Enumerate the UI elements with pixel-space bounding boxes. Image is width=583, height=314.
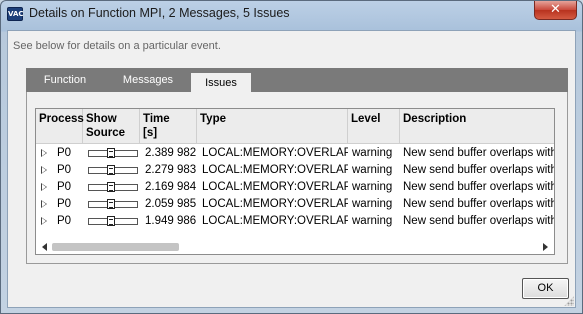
document-icon xyxy=(107,165,115,175)
cell-level: warning xyxy=(352,215,393,227)
issues-panel: Process Show Source Time [s] Type Level … xyxy=(26,92,568,264)
document-icon xyxy=(107,216,115,226)
cell-level: warning xyxy=(352,181,393,193)
horizontal-scrollbar[interactable] xyxy=(36,239,554,254)
table-row[interactable]: P0 2.059 985 LOCAL:MEMORY:OVERLAP warning Ne… xyxy=(36,196,555,213)
cell-description: New send buffer overlaps with xyxy=(403,198,555,210)
cell-description: New send buffer overlaps with xyxy=(403,215,555,227)
cell-process: P0 xyxy=(57,215,72,227)
cell-description: New send buffer overlaps with xyxy=(403,164,555,176)
tab-bar: Function Messages Issues xyxy=(26,68,568,96)
expand-triangle-icon[interactable] xyxy=(41,183,47,191)
show-source-button[interactable] xyxy=(88,182,138,192)
close-button[interactable]: ✕ xyxy=(534,1,577,20)
cell-type: LOCAL:MEMORY:OVERLAP xyxy=(202,198,348,210)
cell-level: warning xyxy=(352,164,393,176)
cell-type: LOCAL:MEMORY:OVERLAP xyxy=(202,164,348,176)
hint-text: See below for details on a particular ev… xyxy=(13,40,221,52)
column-header-description[interactable]: Description xyxy=(400,109,554,144)
cell-time: 1.949 986 xyxy=(145,215,197,227)
cell-process: P0 xyxy=(57,181,72,193)
table-row[interactable]: P0 2.279 983 LOCAL:MEMORY:OVERLAP warning Ne… xyxy=(36,162,555,179)
table-row[interactable]: P0 1.949 986 LOCAL:MEMORY:OVERLAP warning Ne… xyxy=(36,213,555,230)
expand-triangle-icon[interactable] xyxy=(41,217,47,225)
cell-description: New send buffer overlaps with xyxy=(403,181,555,193)
cell-level: warning xyxy=(352,147,393,159)
column-header-process[interactable]: Process xyxy=(36,109,84,144)
column-header-time[interactable]: Time [s] xyxy=(140,109,197,144)
scroll-left-arrow-icon[interactable] xyxy=(42,243,47,251)
ok-button[interactable]: OK xyxy=(522,278,569,299)
app-icon: VAC xyxy=(7,7,24,21)
table-header: Process Show Source Time [s] Type Level … xyxy=(36,109,554,144)
expand-triangle-icon[interactable] xyxy=(41,149,47,157)
expand-triangle-icon[interactable] xyxy=(41,166,47,174)
document-icon xyxy=(107,182,115,192)
cell-time: 2.389 982 xyxy=(145,147,197,159)
cell-type: LOCAL:MEMORY:OVERLAP xyxy=(202,215,348,227)
scroll-right-arrow-icon[interactable] xyxy=(543,243,548,251)
show-source-button[interactable] xyxy=(88,216,138,226)
cell-process: P0 xyxy=(57,164,72,176)
cell-level: warning xyxy=(352,198,393,210)
show-source-button[interactable] xyxy=(88,148,138,158)
cell-time: 2.279 983 xyxy=(145,164,197,176)
document-icon xyxy=(107,148,115,158)
cell-time: 2.059 985 xyxy=(145,198,197,210)
cell-description: New send buffer overlaps with xyxy=(403,147,555,159)
column-header-level[interactable]: Level xyxy=(348,109,400,144)
column-header-type[interactable]: Type xyxy=(197,109,348,144)
table-row[interactable]: P0 2.169 984 LOCAL:MEMORY:OVERLAP warning Ne… xyxy=(36,179,555,196)
window-title: Details on Function MPI, 2 Messages, 5 I… xyxy=(29,6,290,20)
column-header-show-source[interactable]: Show Source xyxy=(83,109,140,144)
table-row[interactable]: P0 2.389 982 LOCAL:MEMORY:OVERLAP warning Ne… xyxy=(36,145,555,162)
title-bar[interactable]: VAC Details on Function MPI, 2 Messages,… xyxy=(1,1,582,27)
issues-table: Process Show Source Time [s] Type Level … xyxy=(35,108,555,255)
scrollbar-thumb[interactable] xyxy=(52,243,179,251)
tab-function[interactable]: Function xyxy=(32,68,98,92)
dialog-window: VAC Details on Function MPI, 2 Messages,… xyxy=(0,0,583,314)
expand-triangle-icon[interactable] xyxy=(41,200,47,208)
cell-process: P0 xyxy=(57,198,72,210)
cell-type: LOCAL:MEMORY:OVERLAP xyxy=(202,147,348,159)
tab-messages[interactable]: Messages xyxy=(106,68,190,92)
cell-time: 2.169 984 xyxy=(145,181,197,193)
document-icon xyxy=(107,199,115,209)
show-source-button[interactable] xyxy=(88,165,138,175)
cell-process: P0 xyxy=(57,147,72,159)
dialog-client: See below for details on a particular ev… xyxy=(7,30,576,308)
cell-type: LOCAL:MEMORY:OVERLAP xyxy=(202,181,348,193)
show-source-button[interactable] xyxy=(88,199,138,209)
